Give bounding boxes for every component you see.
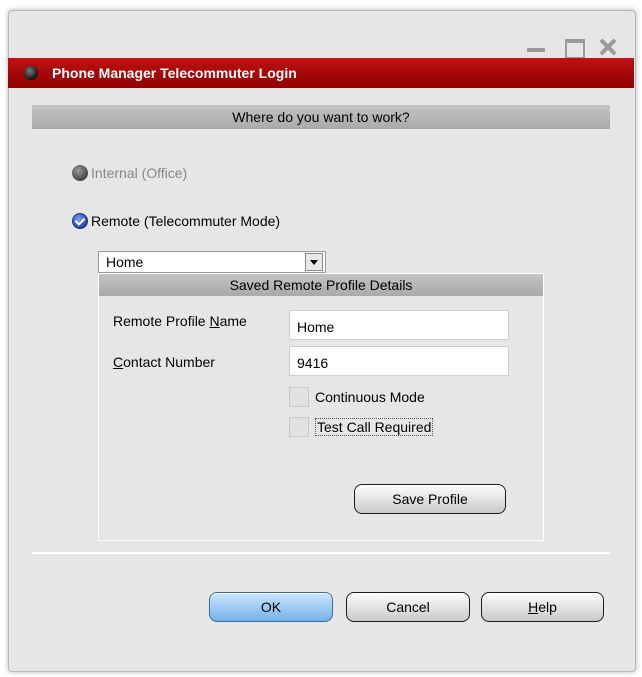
minimize-icon[interactable] (525, 37, 547, 57)
profile-name-input[interactable]: Home (289, 310, 509, 340)
contact-number-input[interactable]: 9416 (289, 346, 509, 376)
radio-checked-icon[interactable] (72, 213, 88, 229)
radio-remote-label[interactable]: Remote (Telecommuter Mode) (91, 213, 280, 229)
app-status-icon (24, 66, 38, 80)
continuous-mode-label[interactable]: Continuous Mode (315, 389, 425, 405)
profile-details-header: Saved Remote Profile Details (99, 274, 543, 296)
chevron-down-icon[interactable] (305, 253, 323, 271)
maximize-icon[interactable] (563, 37, 585, 59)
profile-select[interactable]: Home (98, 251, 326, 273)
cancel-button[interactable]: Cancel (346, 592, 470, 622)
continuous-mode-checkbox[interactable]: Continuous Mode (289, 386, 425, 408)
divider (32, 552, 610, 554)
contact-number-value[interactable]: 9416 (297, 355, 328, 371)
contact-number-label: Contact Number (113, 354, 215, 370)
radio-internal-icon (72, 165, 88, 181)
main-panel: Where do you want to work? Internal (Off… (32, 105, 610, 541)
title-bar: Phone Manager Telecommuter Login (8, 58, 634, 88)
profile-name-label: Remote Profile Name (113, 313, 247, 329)
checkbox-icon[interactable] (289, 387, 309, 407)
close-icon[interactable] (597, 37, 619, 57)
radio-remote[interactable]: Remote (Telecommuter Mode) (72, 211, 280, 231)
radio-internal-label: Internal (Office) (91, 165, 188, 181)
profile-select-value[interactable]: Home (106, 254, 143, 270)
radio-internal: Internal (Office) (72, 163, 187, 183)
checkbox-icon[interactable] (289, 417, 309, 437)
location-header: Where do you want to work? (32, 105, 610, 129)
help-button[interactable]: Help (481, 592, 604, 622)
test-call-checkbox[interactable]: Test Call Required (289, 416, 434, 438)
ok-button[interactable]: OK (209, 592, 333, 622)
profile-name-value[interactable]: Home (297, 319, 334, 335)
test-call-label[interactable]: Test Call Required (315, 418, 434, 436)
save-profile-button[interactable]: Save Profile (354, 484, 506, 514)
dialog-title: Phone Manager Telecommuter Login (52, 65, 297, 81)
